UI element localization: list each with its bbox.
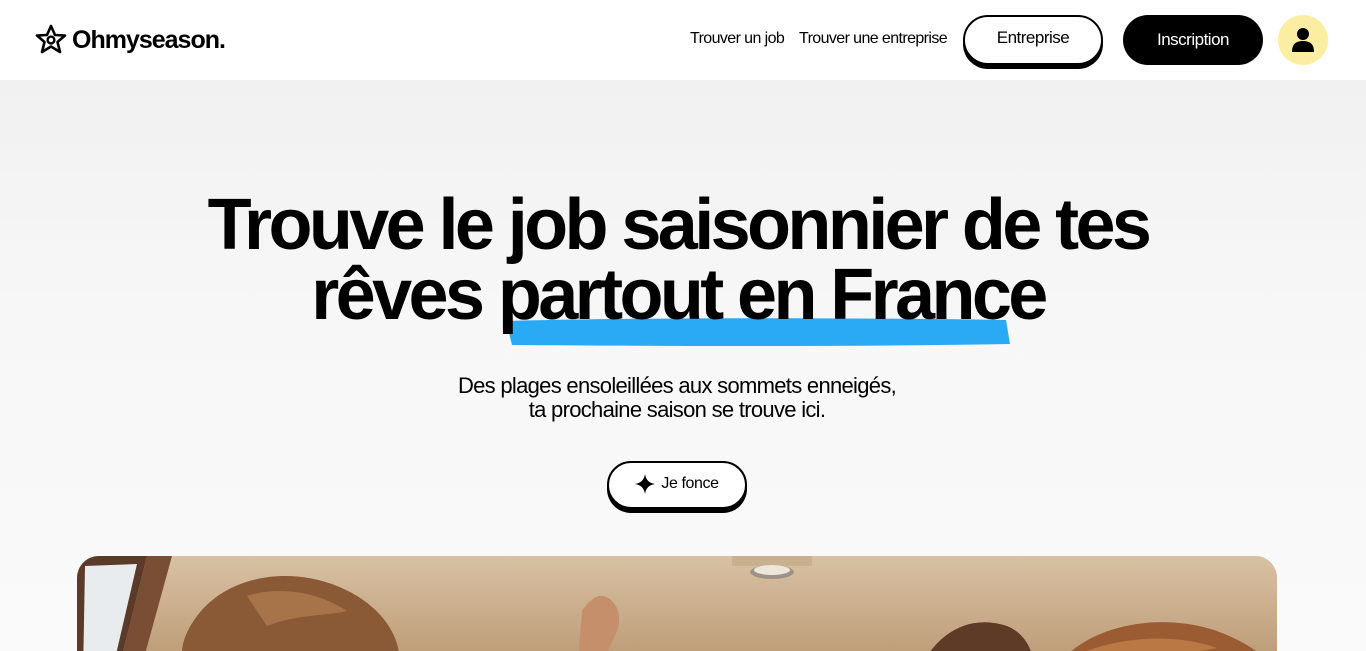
je-fonce-label: Je fonce [661, 474, 719, 492]
nav-trouver-entreprise[interactable]: Trouver une entreprise [799, 30, 948, 48]
user-icon [1292, 28, 1314, 52]
star-flower-icon [35, 24, 67, 54]
hero-title-highlight: partout en France [498, 259, 1048, 346]
logo[interactable]: Ohmyseason. [34, 22, 226, 58]
hero-photo-illustration [77, 556, 1277, 651]
logo-text: Ohmyseason. [72, 25, 226, 54]
hero-title-highlight-text: partout en France [497, 255, 1049, 335]
hero-title: Trouve le job saisonnier de tes rêves pa… [0, 189, 1356, 346]
hero-title-line1: Trouve le job saisonnier de tes [207, 185, 1152, 265]
hero-subtitle: Des plages ensoleillées aux sommets enne… [0, 374, 1354, 422]
hero-section: Trouve le job saisonnier de tes rêves pa… [0, 80, 1366, 651]
site-header: Ohmyseason. Trouver un job Trouver une e… [0, 0, 1366, 80]
je-fonce-button[interactable]: Je fonce [607, 461, 747, 509]
inscription-button[interactable]: Inscription [1123, 15, 1263, 65]
account-button[interactable] [1278, 15, 1328, 65]
sparkle-icon [635, 473, 656, 494]
hero-photo [77, 556, 1277, 651]
entreprise-button[interactable]: Entreprise [963, 15, 1103, 65]
hero-subtitle-line1: Des plages ensoleillées aux sommets enne… [457, 373, 897, 398]
hero-title-line2-start: rêves [311, 255, 485, 335]
hero-subtitle-line2: ta prochaine saison se trouve ici. [528, 397, 826, 422]
nav-trouver-job[interactable]: Trouver un job [690, 30, 785, 48]
